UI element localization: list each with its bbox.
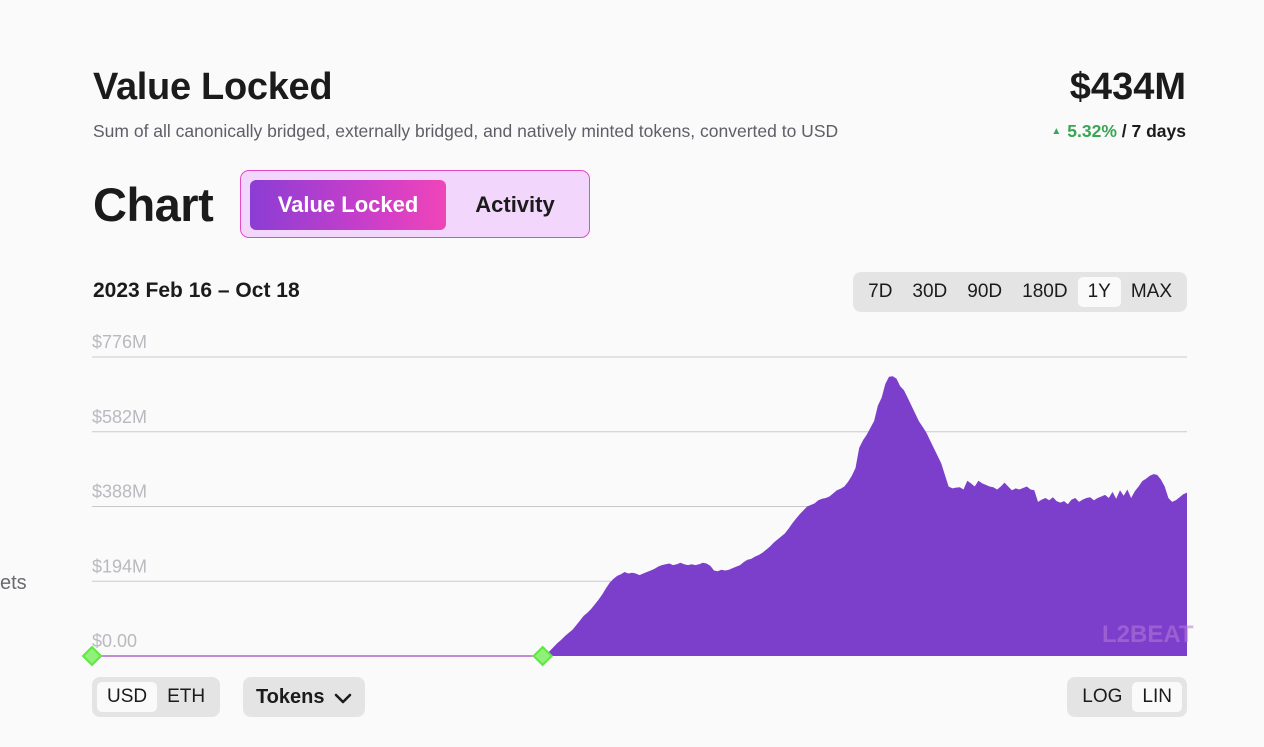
l2beat-watermark: L2BEAT <box>1102 621 1194 648</box>
currency-usd-button[interactable]: USD <box>97 682 158 712</box>
y-tick-label: $194M <box>92 556 147 576</box>
y-tick-label: $582M <box>92 407 147 427</box>
y-tick-label: $776M <box>92 332 147 352</box>
range-end-handle[interactable] <box>532 645 554 667</box>
tokens-label: Tokens <box>255 686 325 708</box>
currency-eth-button[interactable]: ETH <box>157 682 215 712</box>
chevron-down-icon <box>334 693 352 704</box>
y-tick-label: $388M <box>92 482 147 502</box>
tvl-area-series <box>92 376 1187 656</box>
tokens-dropdown-button[interactable]: Tokens <box>243 677 365 717</box>
currency-selector: USD ETH <box>92 677 221 717</box>
scale-selector: LOG LIN <box>1067 677 1187 717</box>
scale-lin-button[interactable]: LIN <box>1132 682 1182 712</box>
y-tick-label: $0.00 <box>92 631 137 651</box>
tvl-chart[interactable]: $0.00 $194M $388M $582M $776M L2BEAT <box>0 0 1264 747</box>
scale-log-button[interactable]: LOG <box>1072 682 1132 712</box>
